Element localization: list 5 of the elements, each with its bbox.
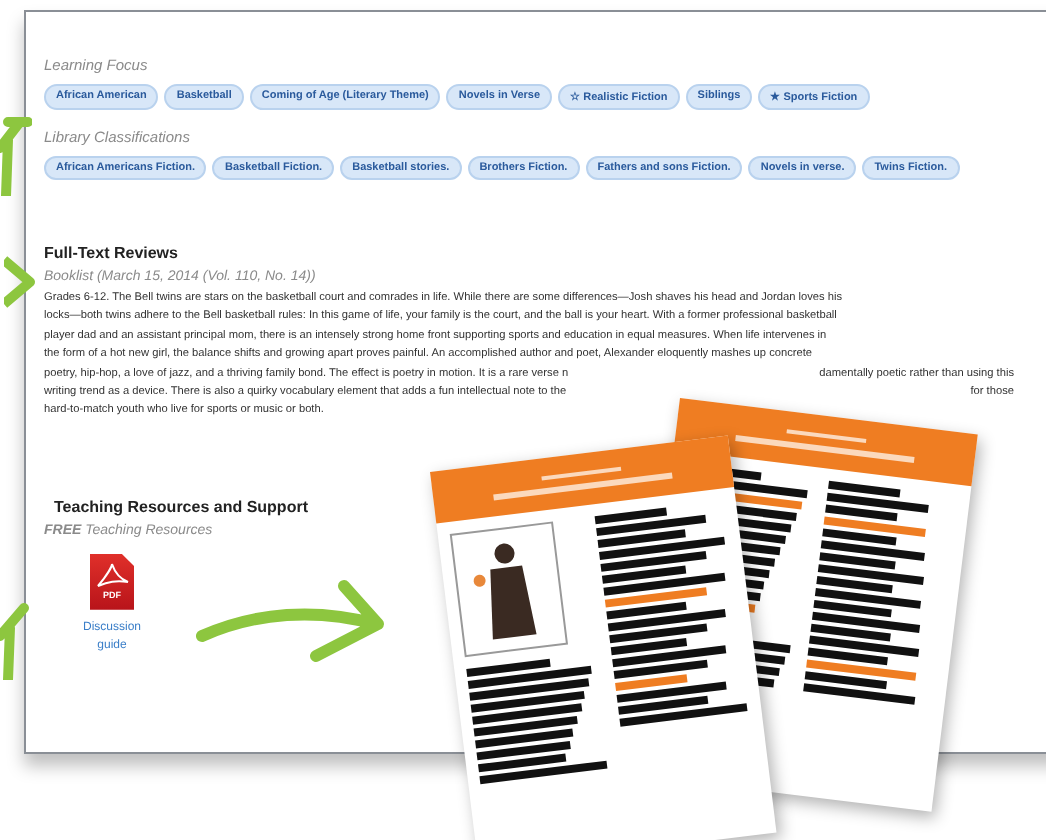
arrow-drawing <box>0 600 32 680</box>
arrow-drawing <box>0 116 32 196</box>
section-title: Full-Text Reviews <box>44 244 180 262</box>
arrow-drawing <box>4 256 36 308</box>
section-title: Teaching Resources and Support <box>54 497 310 516</box>
